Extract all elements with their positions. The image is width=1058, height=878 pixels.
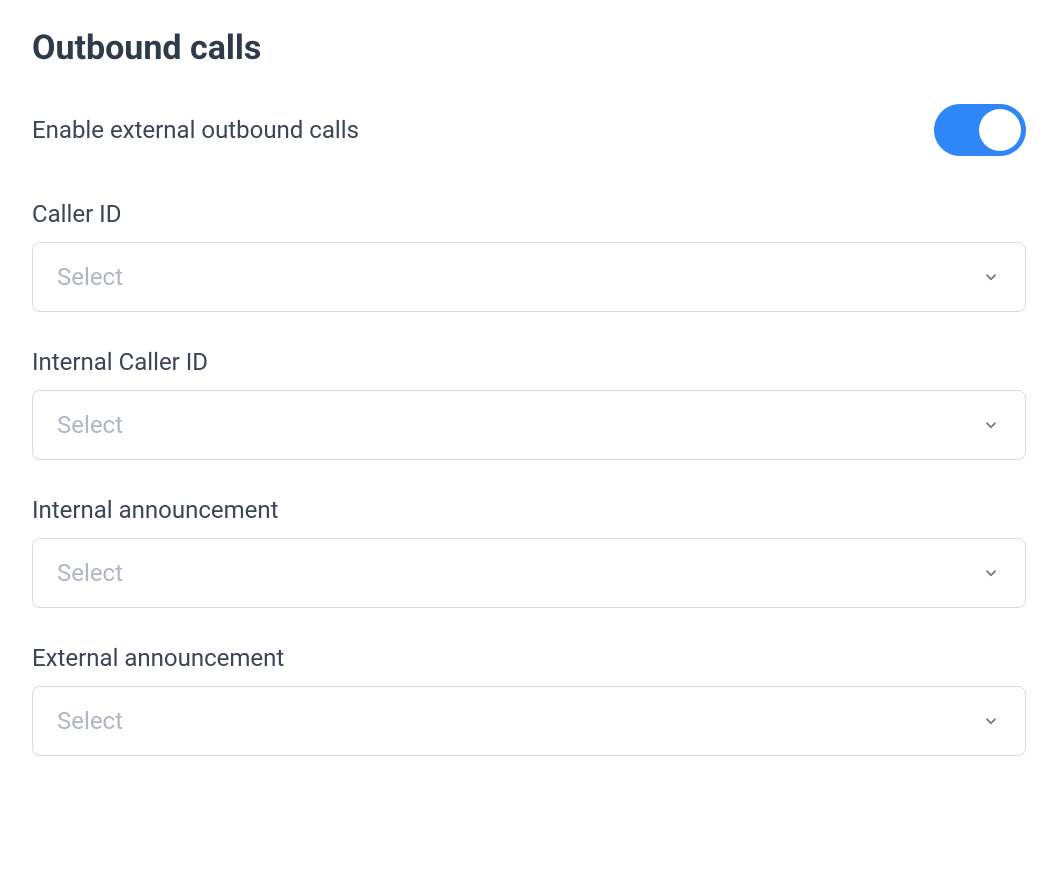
chevron-down-icon xyxy=(981,711,1001,731)
internal-announcement-placeholder: Select xyxy=(57,559,123,587)
enable-outbound-row: Enable external outbound calls xyxy=(32,104,1026,156)
chevron-down-icon xyxy=(981,267,1001,287)
internal-caller-id-select[interactable]: Select xyxy=(32,390,1026,460)
external-announcement-placeholder: Select xyxy=(57,707,123,735)
chevron-down-icon xyxy=(981,563,1001,583)
internal-announcement-label: Internal announcement xyxy=(32,496,1026,524)
toggle-knob xyxy=(979,109,1021,151)
internal-announcement-group: Internal announcement Select xyxy=(32,496,1026,608)
internal-caller-id-placeholder: Select xyxy=(57,411,123,439)
external-announcement-select[interactable]: Select xyxy=(32,686,1026,756)
enable-outbound-toggle[interactable] xyxy=(934,104,1026,156)
external-announcement-label: External announcement xyxy=(32,644,1026,672)
chevron-down-icon xyxy=(981,415,1001,435)
internal-caller-id-group: Internal Caller ID Select xyxy=(32,348,1026,460)
caller-id-placeholder: Select xyxy=(57,263,123,291)
caller-id-label: Caller ID xyxy=(32,200,1026,228)
internal-caller-id-label: Internal Caller ID xyxy=(32,348,1026,376)
external-announcement-group: External announcement Select xyxy=(32,644,1026,756)
internal-announcement-select[interactable]: Select xyxy=(32,538,1026,608)
enable-outbound-label: Enable external outbound calls xyxy=(32,116,359,144)
caller-id-group: Caller ID Select xyxy=(32,200,1026,312)
caller-id-select[interactable]: Select xyxy=(32,242,1026,312)
section-title: Outbound calls xyxy=(32,28,1026,68)
